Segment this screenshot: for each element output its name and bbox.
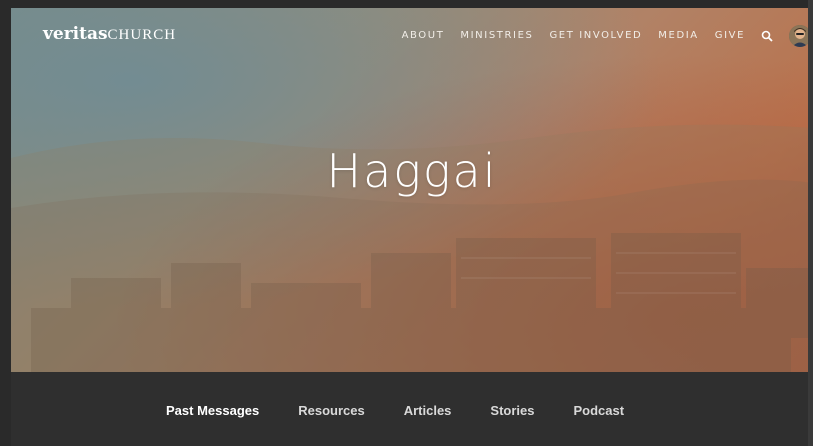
nav-item-ministries[interactable]: MINISTRIES xyxy=(460,30,533,41)
tab-stories[interactable]: Stories xyxy=(490,403,534,418)
search-icon[interactable] xyxy=(761,29,773,42)
section-tabs: Past Messages Resources Articles Stories… xyxy=(11,372,813,446)
nav-item-media[interactable]: MEDIA xyxy=(658,30,698,41)
tab-articles[interactable]: Articles xyxy=(404,403,452,418)
page-title: Haggai xyxy=(326,144,498,198)
logo-main-text: veritas xyxy=(43,24,108,44)
tab-past-messages[interactable]: Past Messages xyxy=(166,403,259,418)
tab-resources[interactable]: Resources xyxy=(298,403,364,418)
main-nav: ABOUT MINISTRIES GET INVOLVED MEDIA GIVE xyxy=(402,29,773,42)
tab-podcast[interactable]: Podcast xyxy=(574,403,625,418)
scrollbar[interactable] xyxy=(808,0,813,446)
site-logo[interactable]: veritasCHURCH xyxy=(43,24,176,44)
section-tab-list: Past Messages Resources Articles Stories… xyxy=(166,403,624,418)
nav-item-about[interactable]: ABOUT xyxy=(402,30,445,41)
nav-item-get-involved[interactable]: GET INVOLVED xyxy=(549,30,642,41)
nav-item-give[interactable]: GIVE xyxy=(715,30,745,41)
site-header: veritasCHURCH ABOUT MINISTRIES GET INVOL… xyxy=(0,0,813,70)
logo-sub-text: CHURCH xyxy=(107,27,177,43)
page: Haggai veritasCHURCH ABOUT MINISTRIES GE… xyxy=(0,0,813,446)
